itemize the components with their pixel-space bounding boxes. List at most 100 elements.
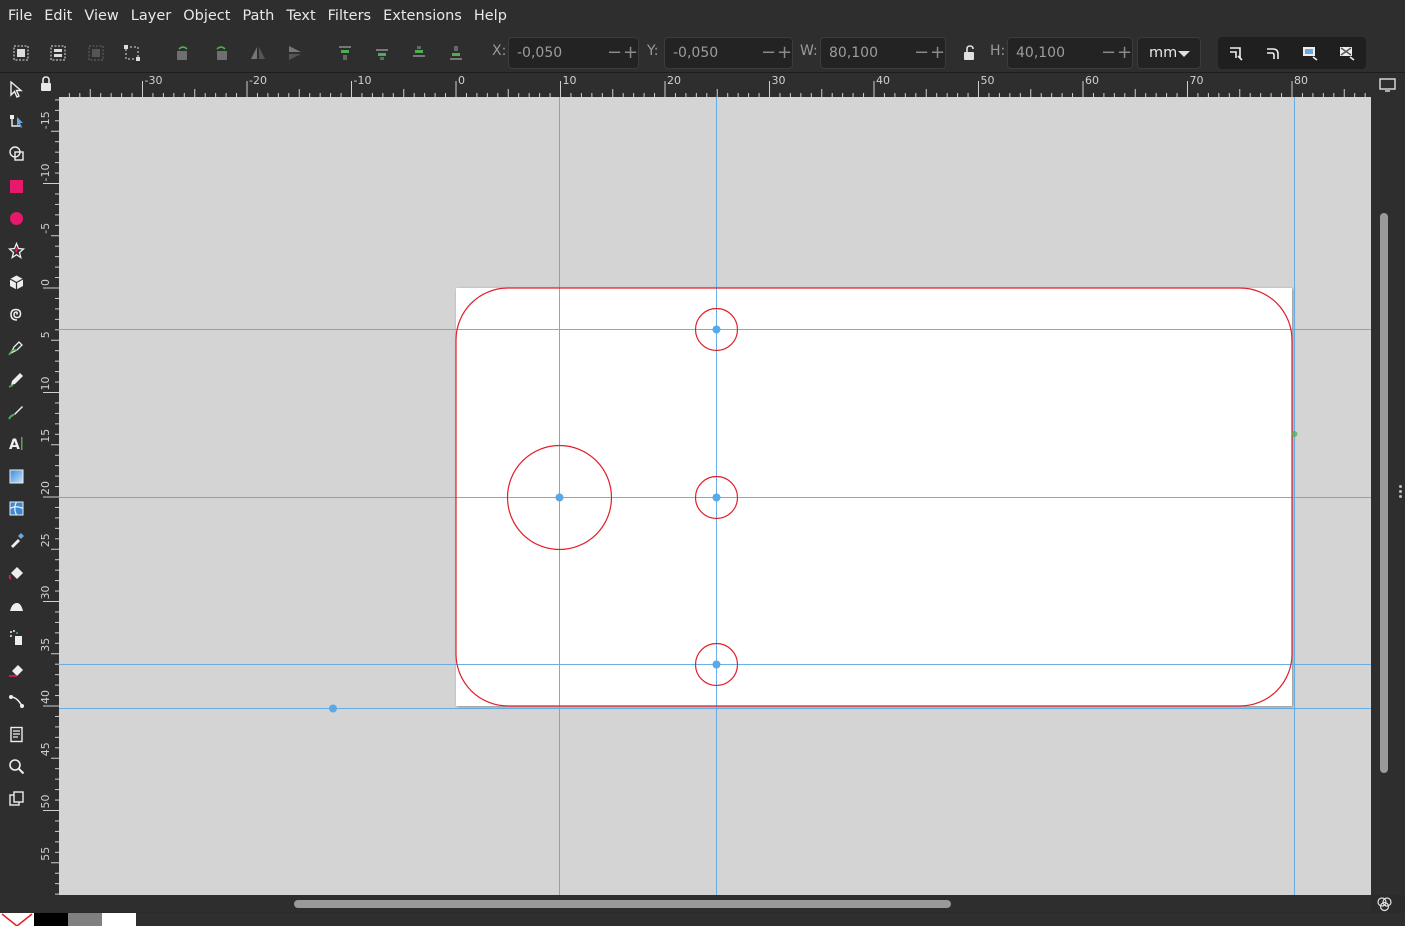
swatch-none[interactable] xyxy=(0,913,34,926)
spray-icon[interactable] xyxy=(4,625,28,649)
menu-bar: File Edit View Layer Object Path Text Fi… xyxy=(0,0,1405,33)
menu-file[interactable]: File xyxy=(2,0,38,33)
dropper-icon[interactable] xyxy=(4,528,28,552)
connector-icon[interactable] xyxy=(4,689,28,713)
ruler-v-label: -10 xyxy=(39,164,52,182)
ruler-h-label: -30 xyxy=(145,74,163,87)
vertical-ruler[interactable]: -15 -10 -5 0 5 10 15 20 25 30 35 40 45 50 55 xyxy=(33,97,59,895)
swatch-gray[interactable] xyxy=(68,913,102,926)
ellipse-icon[interactable] xyxy=(4,206,28,230)
ruler-h-label: 30 xyxy=(772,74,786,87)
swatch-white[interactable] xyxy=(102,913,136,926)
y-increment[interactable]: + xyxy=(777,44,792,62)
pages-icon[interactable] xyxy=(4,722,28,746)
lock-ratio-icon[interactable] xyxy=(957,41,981,65)
selector-icon[interactable] xyxy=(4,77,28,101)
menu-help[interactable]: Help xyxy=(468,0,513,33)
scale-corners-icon[interactable] xyxy=(1261,41,1285,65)
move-gradients-icon[interactable] xyxy=(1298,41,1322,65)
w-decrement[interactable]: − xyxy=(914,44,929,62)
pen-icon[interactable] xyxy=(4,335,28,359)
h-decrement[interactable]: − xyxy=(1101,44,1116,62)
mesh-icon[interactable] xyxy=(4,496,28,520)
display-mode-icon[interactable] xyxy=(1377,77,1399,93)
x-field[interactable]: − + xyxy=(508,37,639,69)
canvas[interactable] xyxy=(59,97,1371,895)
y-decrement[interactable]: − xyxy=(761,44,776,62)
text-icon[interactable]: A xyxy=(4,431,28,455)
ruler-v-label: 5 xyxy=(39,331,52,338)
bounding-box-icon[interactable] xyxy=(120,41,144,65)
ruler-v-label: 40 xyxy=(39,690,52,704)
menu-text[interactable]: Text xyxy=(280,0,321,33)
zoom-icon[interactable] xyxy=(4,754,28,778)
ruler-h-label: 60 xyxy=(1085,74,1099,87)
ruler-v-label: 25 xyxy=(39,533,52,547)
h-increment[interactable]: + xyxy=(1117,44,1132,62)
star-icon[interactable] xyxy=(4,238,28,262)
rotate-cw-icon[interactable] xyxy=(209,41,233,65)
menu-view[interactable]: View xyxy=(78,0,124,33)
y-input[interactable] xyxy=(665,38,755,68)
horizontal-ruler[interactable]: -30 -20 -10 0 10 20 30 40 50 60 70 80 xyxy=(59,73,1371,97)
unit-value: mm xyxy=(1149,45,1178,61)
select-all-icon[interactable] xyxy=(9,41,33,65)
vertical-scrollbar-thumb[interactable] xyxy=(1380,213,1388,773)
color-management-icon[interactable] xyxy=(1374,895,1396,913)
h-input[interactable] xyxy=(1008,38,1098,68)
raise-to-top-icon[interactable] xyxy=(333,41,357,65)
menu-path[interactable]: Path xyxy=(236,0,280,33)
lower-to-bottom-icon[interactable] xyxy=(444,41,468,65)
ruler-v-label: 55 xyxy=(39,847,52,861)
ruler-h-label: 0 xyxy=(458,74,465,87)
gradient-icon[interactable] xyxy=(4,464,28,488)
tool-controls-bar: X: − + Y: − + W: − + H: − + mm xyxy=(0,33,1405,73)
ruler-h-label: 10 xyxy=(563,74,577,87)
h-field[interactable]: − + xyxy=(1007,37,1133,69)
ruler-v-label: -5 xyxy=(39,223,52,234)
w-input[interactable] xyxy=(821,38,911,68)
menu-filters[interactable]: Filters xyxy=(322,0,377,33)
paint-bucket-icon[interactable] xyxy=(4,560,28,584)
raise-icon[interactable] xyxy=(370,41,394,65)
flip-vertical-icon[interactable] xyxy=(283,41,307,65)
menu-extensions[interactable]: Extensions xyxy=(377,0,468,33)
swatch-black[interactable] xyxy=(34,913,68,926)
pencil-icon[interactable] xyxy=(4,367,28,391)
calligraphy-icon[interactable] xyxy=(4,399,28,423)
toolbox: A xyxy=(0,73,33,913)
scale-stroke-icon[interactable] xyxy=(1224,41,1248,65)
shape-builder-icon[interactable] xyxy=(4,141,28,165)
tweak-icon[interactable] xyxy=(4,593,28,617)
y-field[interactable]: − + xyxy=(664,37,793,69)
unit-select[interactable]: mm xyxy=(1137,37,1201,69)
flip-horizontal-icon[interactable] xyxy=(246,41,270,65)
eraser-icon[interactable] xyxy=(4,657,28,681)
x-decrement[interactable]: − xyxy=(607,44,622,62)
horizontal-scrollbar[interactable] xyxy=(33,895,1371,912)
guide-anchor-right[interactable] xyxy=(1291,431,1298,437)
w-increment[interactable]: + xyxy=(930,44,945,62)
clone-icon[interactable] xyxy=(4,786,28,810)
transform-toggles xyxy=(1218,37,1366,69)
svg-text:A: A xyxy=(9,437,20,452)
w-field[interactable]: − + xyxy=(820,37,946,69)
x-input[interactable] xyxy=(509,38,599,68)
rectangle-icon[interactable] xyxy=(4,174,28,198)
spiral-icon[interactable] xyxy=(4,302,28,326)
move-patterns-icon[interactable] xyxy=(1335,41,1359,65)
panel-handle[interactable] xyxy=(1399,485,1403,499)
3d-box-icon[interactable] xyxy=(4,270,28,294)
menu-object[interactable]: Object xyxy=(177,0,236,33)
lower-icon[interactable] xyxy=(407,41,431,65)
deselect-icon[interactable] xyxy=(84,41,108,65)
node-icon[interactable] xyxy=(4,109,28,133)
menu-edit[interactable]: Edit xyxy=(38,0,78,33)
horizontal-scrollbar-thumb[interactable] xyxy=(294,900,951,908)
x-increment[interactable]: + xyxy=(623,44,638,62)
rotate-ccw-icon[interactable] xyxy=(171,41,195,65)
select-all-layers-icon[interactable] xyxy=(46,41,70,65)
lock-icon[interactable] xyxy=(33,73,59,97)
ruler-h-label: 70 xyxy=(1190,74,1204,87)
menu-layer[interactable]: Layer xyxy=(125,0,177,33)
